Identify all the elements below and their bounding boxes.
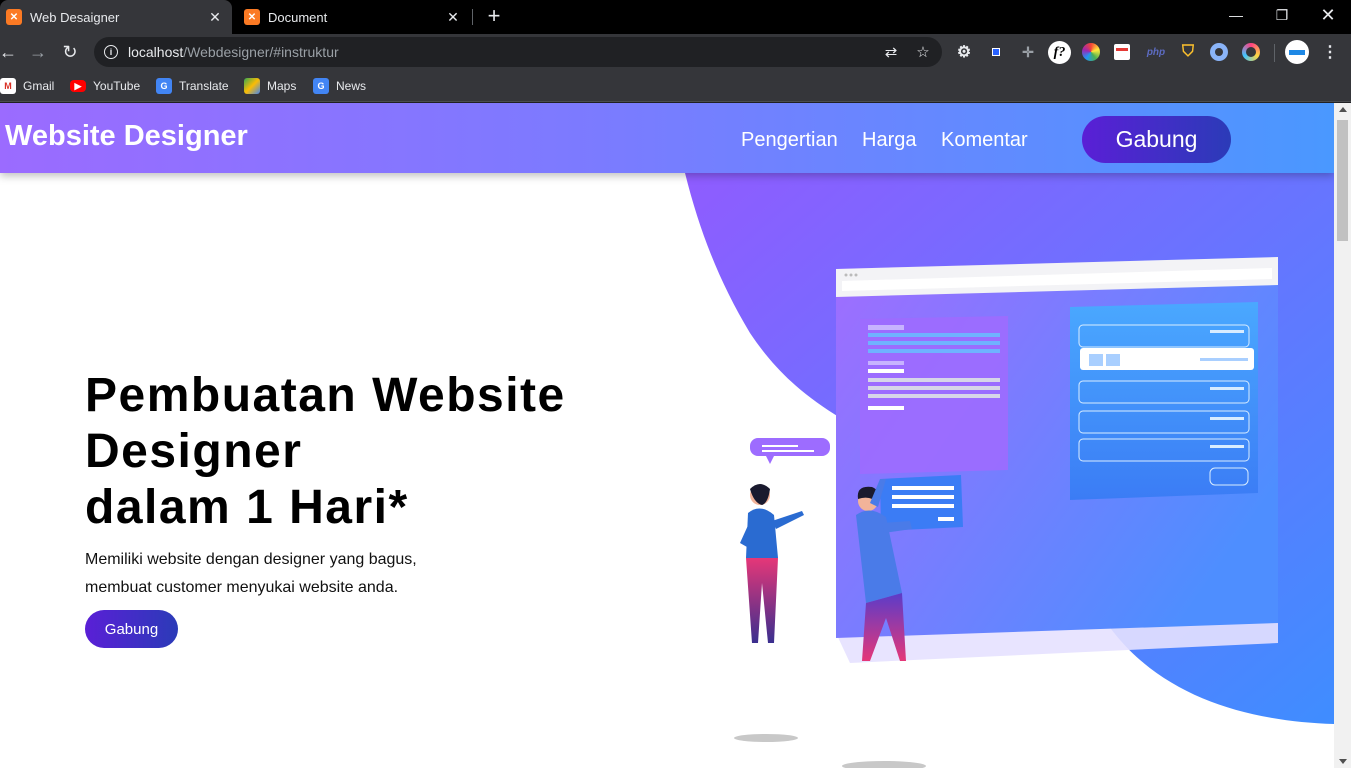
instagram-extension-icon[interactable] <box>1242 43 1260 61</box>
gmail-icon: M <box>0 78 16 94</box>
xampp-favicon-icon: ✕ <box>244 9 260 25</box>
new-tab-button[interactable]: + <box>482 5 506 28</box>
tab-title: Web Desaigner <box>30 9 120 25</box>
php-extension-icon[interactable]: php <box>1146 42 1166 62</box>
hero-illustration <box>685 173 1334 768</box>
bookmark-label: Maps <box>267 79 297 93</box>
nav-link-pengertian[interactable]: Pengertian <box>741 129 838 152</box>
info-icon[interactable]: i <box>104 45 118 59</box>
forward-button[interactable]: → <box>26 40 50 64</box>
settings-gear-icon[interactable]: ⚙ <box>954 42 974 62</box>
hero-title-line: Pembuatan Website <box>85 369 566 422</box>
menu-dots-icon[interactable]: ⋮ <box>1320 42 1340 62</box>
xampp-favicon-icon: ✕ <box>6 9 22 25</box>
bookmark-news[interactable]: G News <box>313 76 366 96</box>
tab-document[interactable]: ✕ Document ✕ <box>238 0 470 34</box>
bookmarks-bar: M Gmail ▶ YouTube G Translate Maps G New… <box>0 70 1351 102</box>
news-icon: G <box>313 78 329 94</box>
extension-circle-icon[interactable] <box>1210 43 1228 61</box>
close-window-button[interactable]: ✕ <box>1305 0 1351 30</box>
bookmark-label: Translate <box>179 79 229 93</box>
avatar[interactable] <box>1285 40 1309 64</box>
url-host: localhost <box>128 44 184 60</box>
page-viewport: Website Designer Pengertian Harga Koment… <box>0 103 1334 768</box>
youtube-icon: ▶ <box>70 80 86 92</box>
bookmark-maps[interactable]: Maps <box>244 76 296 96</box>
url-path: /Webdesigner/#instruktur <box>183 44 339 60</box>
woman-figure-illustration <box>734 484 804 742</box>
close-icon[interactable]: ✕ <box>206 8 224 26</box>
hero-description: Memiliki website dengan designer yang ba… <box>85 546 417 602</box>
translate-icon: G <box>156 78 172 94</box>
nav-link-komentar[interactable]: Komentar <box>941 129 1028 152</box>
browser-titlebar: ✕ Web Desaigner ✕ ✕ Document ✕ + — ❐ ✕ <box>0 0 1351 34</box>
bookmark-label: YouTube <box>93 79 141 93</box>
bookmark-label: Gmail <box>23 79 55 93</box>
hero-title: Pembuatan Website Designer dalam 1 Hari* <box>85 368 566 536</box>
hero-title-line: dalam 1 Hari* <box>85 481 409 534</box>
reload-button[interactable]: ↻ <box>58 40 82 64</box>
browser-window-illustration <box>836 257 1278 638</box>
maps-icon <box>244 78 260 94</box>
page-scrollbar[interactable] <box>1334 103 1351 768</box>
header-join-button[interactable]: Gabung <box>1082 116 1231 163</box>
speech-bubble-illustration <box>750 438 830 464</box>
bookmark-gmail[interactable]: M Gmail <box>0 76 54 96</box>
minimize-button[interactable]: — <box>1213 0 1259 30</box>
notes-extension-icon[interactable] <box>1114 44 1130 60</box>
restore-button[interactable]: ❐ <box>1259 0 1305 30</box>
hero-description-line: Memiliki website dengan designer yang ba… <box>85 551 417 568</box>
site-logo[interactable]: Website Designer <box>5 120 248 153</box>
toolbar-divider <box>1274 44 1275 62</box>
tab-title: Document <box>268 9 328 25</box>
back-button[interactable]: ← <box>0 40 20 64</box>
font-extension-icon[interactable]: f? <box>1048 41 1071 64</box>
close-icon[interactable]: ✕ <box>444 8 462 26</box>
ruler-extension-icon[interactable]: ✛ <box>1018 42 1038 62</box>
scroll-up-arrow-icon[interactable] <box>1339 107 1347 112</box>
color-picker-icon[interactable] <box>1082 43 1100 61</box>
address-bar[interactable]: i localhost/Webdesigner/#instruktur ⇄ ☆ <box>94 37 942 67</box>
site-header: Website Designer Pengertian Harga Koment… <box>0 103 1334 173</box>
tab-divider <box>472 9 473 25</box>
bookmark-translate[interactable]: G Translate <box>156 76 229 96</box>
bookmark-label: News <box>336 79 367 93</box>
hero-join-button[interactable]: Gabung <box>85 610 178 648</box>
hero-description-line: membuat customer menyukai website anda. <box>85 579 399 596</box>
hero-title-line: Designer <box>85 425 303 478</box>
translate-page-icon[interactable]: ⇄ <box>882 44 900 62</box>
browser-toolbar: ← → ↻ i localhost/Webdesigner/#instruktu… <box>0 34 1351 70</box>
bookmark-youtube[interactable]: ▶ YouTube <box>70 76 140 96</box>
nav-link-harga[interactable]: Harga <box>862 129 916 152</box>
scroll-down-arrow-icon[interactable] <box>1339 759 1347 764</box>
shield-icon[interactable]: ⛉ <box>1178 42 1198 62</box>
bookmark-star-icon[interactable]: ☆ <box>914 44 932 62</box>
tab-web-desaigner[interactable]: ✕ Web Desaigner ✕ <box>0 0 232 34</box>
scrollbar-thumb[interactable] <box>1337 120 1348 241</box>
extension-square-icon[interactable] <box>986 42 1006 62</box>
